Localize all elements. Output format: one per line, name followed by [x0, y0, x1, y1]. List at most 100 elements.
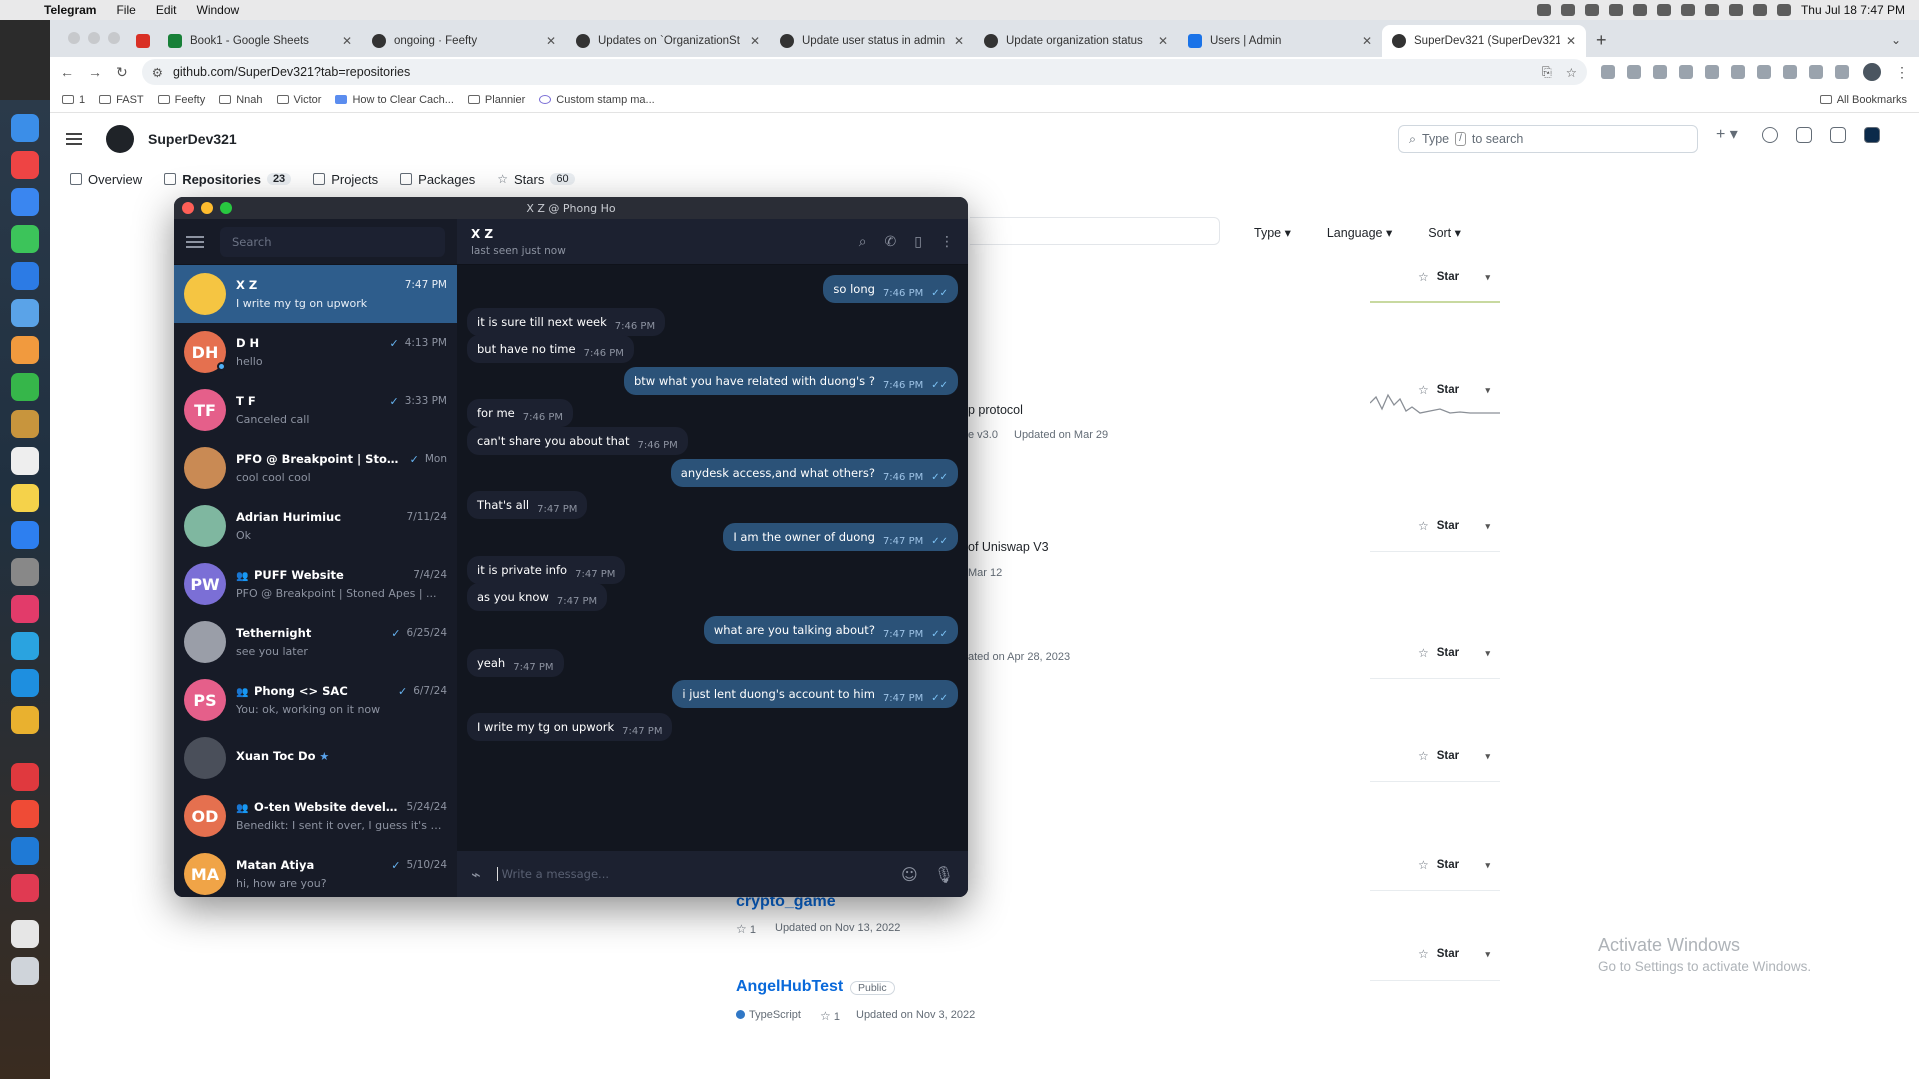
anydesk-icon[interactable] — [11, 763, 39, 791]
main-menu-icon[interactable] — [186, 235, 204, 248]
status-icon[interactable] — [1608, 4, 1623, 16]
system-settings-icon[interactable] — [11, 558, 39, 586]
input-source-icon[interactable] — [1728, 4, 1743, 16]
find-repository-input[interactable] — [970, 217, 1220, 245]
message-input[interactable]: Write a message... — [496, 867, 885, 881]
incoming-message[interactable]: can't share you about that 7:46 PM — [467, 427, 688, 455]
close-window-icon[interactable] — [182, 202, 194, 214]
incoming-message[interactable]: I write my tg on upwork 7:47 PM — [467, 713, 673, 741]
reload-icon[interactable]: ↻ — [116, 64, 128, 81]
incoming-message[interactable]: yeah 7:47 PM — [467, 649, 564, 677]
document-icon[interactable] — [11, 920, 39, 948]
search-icon[interactable]: ⌕ — [859, 234, 867, 250]
github-logo-icon[interactable] — [106, 125, 134, 153]
outgoing-message[interactable]: anydesk access,and what others? 7:46 PM ✓✓ — [670, 459, 958, 487]
back-icon[interactable]: ← — [60, 64, 74, 80]
star-button[interactable]: ☆ Star ▾ — [1406, 853, 1496, 877]
star-list-dropdown-icon[interactable]: ▾ — [1485, 648, 1496, 659]
skype-icon[interactable] — [11, 669, 39, 697]
mail-icon[interactable] — [11, 262, 39, 290]
search-icon[interactable] — [1752, 4, 1767, 16]
launchpad-icon[interactable] — [11, 151, 39, 179]
incoming-message[interactable]: as you know 7:47 PM — [467, 583, 608, 611]
conversation-title-block[interactable]: X Z last seen just now — [471, 227, 566, 257]
extension-icon[interactable] — [1705, 65, 1719, 79]
photos-icon[interactable] — [11, 336, 39, 364]
tab-updates-organization[interactable]: Updates on `OrganizationSt ✕ — [566, 25, 770, 57]
sidebar-toggle-icon[interactable]: ▯ — [914, 234, 922, 250]
notes-icon[interactable] — [11, 484, 39, 512]
menu-clock[interactable]: Thu Jul 18 7:47 PM — [1801, 3, 1905, 17]
user-avatar[interactable] — [1864, 127, 1880, 143]
repo-stars[interactable]: ☆ 1 — [820, 1009, 840, 1023]
menu-app-name[interactable]: Telegram — [34, 3, 106, 17]
reminders-icon[interactable] — [11, 447, 39, 475]
sort-filter-button[interactable]: Sort ▾ — [1418, 221, 1471, 244]
bookmark-folder-victor[interactable]: Victor — [276, 94, 321, 106]
close-tab-icon[interactable]: ✕ — [342, 34, 352, 48]
type-filter-button[interactable]: Type ▾ — [1244, 221, 1301, 244]
hamburger-menu-icon[interactable] — [66, 133, 82, 145]
status-icon[interactable] — [1632, 4, 1647, 16]
star-list-dropdown-icon[interactable]: ▾ — [1485, 949, 1496, 960]
extension-icon[interactable] — [1601, 65, 1615, 79]
close-tab-icon[interactable]: ✕ — [1362, 34, 1372, 48]
language-filter-button[interactable]: Language ▾ — [1317, 221, 1402, 244]
tab-feefty[interactable]: ongoing · Feefty ✕ — [362, 25, 566, 57]
git-icon[interactable] — [11, 800, 39, 828]
chrome-icon[interactable] — [11, 706, 39, 734]
new-tab-icon[interactable]: + — [1586, 30, 1617, 57]
chat-list-item[interactable]: DH D H ✓ 4:13 PM hello — [174, 323, 457, 381]
install-icon[interactable]: ⎘ — [1542, 65, 1552, 80]
finder-icon[interactable] — [11, 114, 39, 142]
create-new-icon[interactable]: + ▾ — [1716, 127, 1744, 143]
tab-update-user-status[interactable]: Update user status in admin ✕ — [770, 25, 974, 57]
address-bar[interactable]: ⚙ github.com/SuperDev321?tab=repositorie… — [141, 59, 1587, 85]
attach-icon[interactable]: ⌁ — [471, 865, 481, 884]
chat-list-item[interactable]: MA Matan Atiya ✓ 5/10/24 hi, how are you? — [174, 845, 457, 897]
incoming-message[interactable]: but have no time 7:46 PM — [467, 335, 634, 363]
bookmark-folder-fast[interactable]: FAST — [99, 94, 144, 106]
star-button[interactable]: ☆ Star ▾ — [1406, 265, 1496, 289]
mail-extension-icon[interactable] — [1783, 65, 1797, 79]
pull-requests-icon[interactable] — [1796, 127, 1812, 143]
chat-list-item[interactable]: TF T F ✓ 3:33 PM Canceled call — [174, 381, 457, 439]
slack-icon[interactable] — [11, 595, 39, 623]
zoom-window-icon[interactable] — [108, 32, 120, 44]
maps-icon[interactable] — [11, 299, 39, 327]
tab-gmail[interactable] — [128, 25, 158, 57]
wifi-icon[interactable] — [1704, 4, 1719, 16]
tab-packages[interactable]: Packages — [400, 172, 475, 187]
tab-google-sheets[interactable]: Book1 - Google Sheets ✕ — [158, 25, 362, 57]
menu-edit[interactable]: Edit — [146, 3, 187, 17]
extension-icon[interactable] — [1627, 65, 1641, 79]
outgoing-message[interactable]: what are you talking about? 7:47 PM ✓✓ — [703, 616, 958, 644]
microphone-icon[interactable]: 🎙 — [934, 865, 954, 884]
tab-projects[interactable]: Projects — [313, 172, 378, 187]
bookmark-clear-cache[interactable]: How to Clear Cach... — [335, 94, 454, 106]
bookmark-star-icon[interactable]: ☆ — [1566, 65, 1577, 80]
bookmark-custom-stamp[interactable]: Custom stamp ma... — [539, 94, 655, 106]
chat-list-item[interactable]: PFO @ Breakpoint | Stone... ✓ Mon cool cool… — [174, 439, 457, 497]
contacts-icon[interactable] — [11, 410, 39, 438]
tab-superdev321[interactable]: SuperDev321 (SuperDev321) ✕ — [1382, 25, 1586, 57]
facetime-icon[interactable] — [11, 373, 39, 401]
star-list-dropdown-icon[interactable]: ▾ — [1485, 272, 1496, 283]
outgoing-message[interactable]: so long 7:46 PM ✓✓ — [823, 275, 958, 303]
tab-overview[interactable]: Overview — [70, 172, 142, 187]
star-button[interactable]: ☆ Star ▾ — [1406, 942, 1496, 966]
close-tab-icon[interactable]: ✕ — [750, 34, 760, 48]
close-window-icon[interactable] — [68, 32, 80, 44]
incoming-message[interactable]: for me 7:46 PM — [467, 399, 574, 427]
incoming-message[interactable]: it is sure till next week 7:46 PM — [467, 308, 666, 336]
github-search-input[interactable]: ⌕ Type / to search — [1398, 125, 1698, 153]
all-bookmarks[interactable]: All Bookmarks — [1819, 94, 1907, 106]
chat-list-item[interactable]: PS 👥 Phong <> SAC ✓ 6/7/24 You: ok, working … — [174, 671, 457, 729]
bookmark-folder-feefty[interactable]: Feefty — [157, 94, 205, 106]
tab-stars[interactable]: ☆ Stars 60 — [497, 172, 575, 187]
incoming-message[interactable]: That's all 7:47 PM — [467, 491, 588, 519]
menu-window[interactable]: Window — [187, 3, 250, 17]
extensions-puzzle-icon[interactable] — [1835, 65, 1849, 79]
minimize-window-icon[interactable] — [201, 202, 213, 214]
outgoing-message[interactable]: I am the owner of duong 7:47 PM ✓✓ — [723, 523, 958, 551]
